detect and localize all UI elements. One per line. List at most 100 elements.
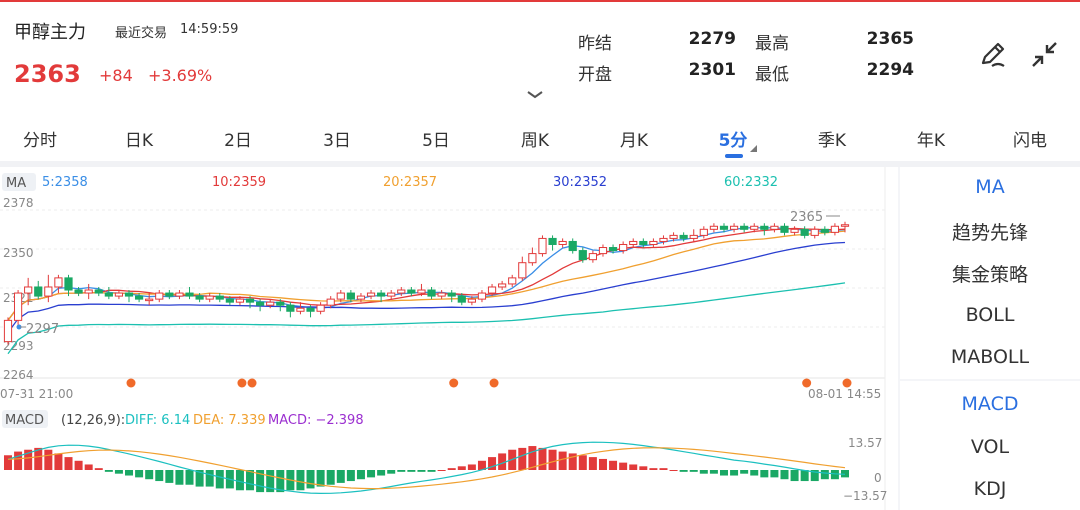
indicator-vol[interactable]: VOL bbox=[900, 436, 1080, 458]
active-tab-underline bbox=[725, 154, 743, 158]
candle-body bbox=[44, 286, 53, 297]
candle-body bbox=[336, 292, 345, 300]
candle-body bbox=[830, 225, 840, 233]
chevron-down-icon[interactable] bbox=[526, 90, 544, 100]
macd-bar bbox=[215, 470, 224, 489]
tab-monthly-k[interactable]: 月K bbox=[594, 126, 674, 151]
candle-body bbox=[457, 295, 466, 303]
indicator-boll[interactable]: BOLL bbox=[900, 304, 1080, 326]
macd-bar bbox=[609, 460, 618, 470]
candle-body bbox=[13, 292, 23, 321]
candle-body bbox=[387, 292, 396, 297]
indicator-kdj[interactable]: KDJ bbox=[900, 478, 1080, 500]
candle-body bbox=[840, 224, 850, 227]
indicator-gold-strategy[interactable]: 集金策略 bbox=[900, 260, 1080, 287]
candle-body bbox=[578, 250, 587, 261]
macd-bar bbox=[659, 468, 668, 470]
candle-body bbox=[64, 277, 73, 291]
macd-bar bbox=[649, 468, 658, 470]
candle-body bbox=[679, 234, 688, 239]
tab-5day[interactable]: 5日 bbox=[396, 126, 476, 151]
tab-5min[interactable]: 5分 bbox=[693, 126, 773, 151]
macd-bar bbox=[407, 470, 416, 472]
macd-bar bbox=[377, 470, 386, 476]
candle-body bbox=[639, 240, 648, 245]
candle-body bbox=[84, 289, 93, 294]
macd-lines bbox=[7, 441, 846, 495]
candle-body bbox=[316, 304, 325, 312]
period-tabs: 分时 日K 2日 3日 5日 周K 月K 5分 季K 年K 闪电 bbox=[0, 118, 1080, 158]
macd-bar bbox=[14, 451, 23, 470]
candle-body bbox=[750, 225, 759, 230]
candle-body bbox=[629, 240, 638, 245]
macd-bar bbox=[427, 470, 436, 472]
candle-body bbox=[276, 301, 285, 306]
candle-body bbox=[467, 298, 476, 303]
indicator-maboll[interactable]: MABOLL bbox=[900, 346, 1080, 368]
tab-weekly-k[interactable]: 周K bbox=[495, 126, 575, 151]
tab-quarterly-k[interactable]: 季K bbox=[792, 126, 872, 151]
price-tick-5: 2264 bbox=[3, 368, 34, 382]
candle-body bbox=[477, 292, 487, 300]
indicator-macd[interactable]: MACD bbox=[900, 393, 1080, 415]
macd-bar bbox=[4, 455, 12, 470]
macd-bar bbox=[175, 470, 184, 485]
kline-svg[interactable]: MA 5:2358 10:2359 20:2357 30:2352 60:233… bbox=[0, 167, 898, 510]
candle-body bbox=[215, 295, 224, 300]
candle-body bbox=[568, 240, 577, 252]
candle-body bbox=[124, 292, 134, 297]
indicator-ma[interactable]: MA bbox=[900, 176, 1080, 198]
macd-bar bbox=[679, 470, 688, 472]
macd-bar bbox=[619, 462, 628, 470]
tab-dropdown-icon[interactable] bbox=[750, 145, 757, 152]
low-value: 2294 bbox=[866, 60, 914, 80]
tab-lightning[interactable]: 闪电 bbox=[990, 126, 1070, 151]
macd-bar bbox=[740, 470, 749, 474]
high-value: 2365 bbox=[866, 29, 914, 49]
macd-bar bbox=[770, 470, 779, 478]
main-indicator-group: MA 趋势先锋 集金策略 BOLL MABOLL bbox=[900, 167, 1080, 379]
macd-bar bbox=[437, 470, 446, 471]
tab-2day[interactable]: 2日 bbox=[198, 126, 278, 151]
candle-body bbox=[709, 225, 719, 230]
candle-body bbox=[155, 292, 164, 300]
candle-body bbox=[195, 295, 204, 300]
indicator-trend-pioneer[interactable]: 趋势先锋 bbox=[900, 218, 1080, 245]
tab-daily-k[interactable]: 日K bbox=[99, 126, 179, 151]
tab-intraday[interactable]: 分时 bbox=[0, 126, 80, 151]
macd-bar bbox=[790, 470, 799, 482]
candle-body bbox=[104, 292, 113, 297]
candle-body bbox=[427, 289, 436, 297]
event-marker bbox=[237, 378, 247, 388]
candle-body bbox=[185, 292, 194, 297]
macd-bar bbox=[578, 455, 587, 470]
candle-body bbox=[810, 228, 819, 236]
tab-3day[interactable]: 3日 bbox=[297, 126, 377, 151]
candle-body bbox=[225, 298, 234, 303]
macd-bar bbox=[750, 470, 759, 476]
candlesticks bbox=[3, 221, 850, 345]
main-grid bbox=[0, 167, 886, 510]
macd-bar bbox=[44, 449, 53, 470]
candle-body bbox=[548, 237, 557, 245]
ma10-line bbox=[7, 227, 846, 321]
macd-bar bbox=[306, 470, 315, 489]
macd-bar bbox=[719, 470, 728, 476]
time-axis-end: 08-01 14:55 bbox=[808, 387, 881, 401]
edit-pen-icon[interactable] bbox=[976, 38, 1010, 72]
ma5-line bbox=[7, 226, 846, 321]
tab-yearly-k[interactable]: 年K bbox=[891, 126, 971, 151]
candle-body bbox=[659, 237, 668, 242]
collapse-arrows-icon[interactable] bbox=[1028, 38, 1062, 72]
high-annotation: 2365 bbox=[790, 210, 823, 225]
kline-chart[interactable]: MA 5:2358 10:2359 20:2357 30:2352 60:233… bbox=[0, 167, 898, 510]
indicator-panel: MA 趋势先锋 集金策略 BOLL MABOLL MACD VOL KDJ bbox=[898, 167, 1080, 510]
ma20-line bbox=[7, 230, 846, 321]
candle-body bbox=[487, 286, 497, 294]
event-marker bbox=[449, 378, 459, 388]
last-trade-time: 14:59:59 bbox=[180, 22, 239, 37]
candle-body bbox=[790, 228, 799, 233]
candle-body bbox=[760, 225, 769, 230]
candle-body bbox=[538, 237, 547, 255]
ma-tag: MA bbox=[6, 176, 26, 191]
